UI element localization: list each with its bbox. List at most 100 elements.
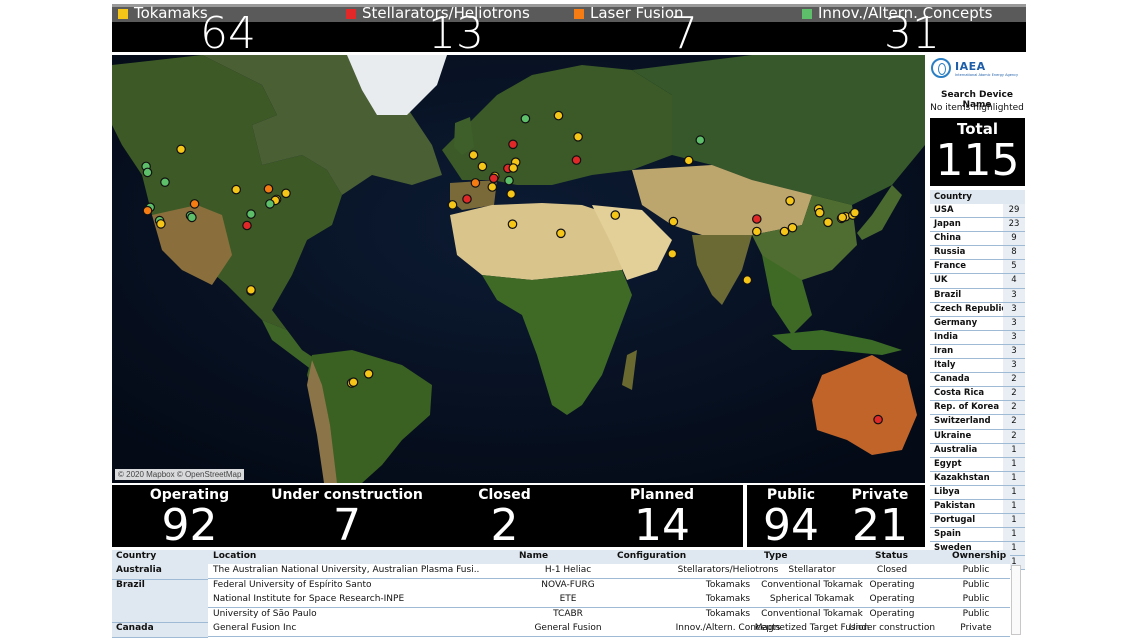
device-marker[interactable]: [751, 214, 762, 224]
country-count: 2: [1003, 429, 1025, 443]
device-marker[interactable]: [508, 139, 518, 150]
device-marker[interactable]: [667, 249, 678, 259]
device-marker[interactable]: [470, 178, 481, 188]
device-marker[interactable]: [348, 377, 359, 387]
table-row[interactable]: University of São Paulo TCABR Tokamaks Conv…: [208, 607, 1010, 623]
country-row[interactable]: Germany 3: [930, 316, 1025, 331]
country-row[interactable]: Italy 3: [930, 359, 1025, 374]
device-marker[interactable]: [837, 212, 848, 223]
device-marker[interactable]: [779, 226, 790, 237]
ownership-public[interactable]: Public 94: [747, 485, 835, 548]
device-marker[interactable]: [488, 173, 499, 184]
col-header-status[interactable]: Status: [875, 551, 908, 561]
device-marker[interactable]: [246, 285, 256, 295]
country-row[interactable]: India 3: [930, 330, 1025, 345]
device-marker[interactable]: [573, 132, 583, 142]
status-under-construction[interactable]: Under construction 7: [267, 485, 427, 548]
country-row[interactable]: Costa Rica 2: [930, 387, 1025, 402]
device-marker[interactable]: [850, 207, 860, 218]
device-marker[interactable]: [507, 219, 518, 229]
device-marker[interactable]: [447, 200, 458, 210]
col-header-name[interactable]: Name: [519, 551, 548, 561]
map-attribution[interactable]: © 2020 Mapbox © OpenStreetMap: [115, 469, 245, 480]
device-marker[interactable]: [742, 275, 753, 285]
device-marker[interactable]: [683, 155, 694, 166]
device-marker[interactable]: [477, 161, 488, 172]
device-marker[interactable]: [506, 189, 516, 199]
map-canvas[interactable]: [112, 55, 925, 483]
cell-configuration: Tokamaks: [705, 608, 751, 619]
col-header-country[interactable]: Country: [116, 551, 156, 561]
country-row[interactable]: Brazil 3: [930, 288, 1025, 303]
status-planned[interactable]: Planned 14: [582, 485, 742, 548]
world-map[interactable]: © 2020 Mapbox © OpenStreetMap: [112, 55, 925, 483]
country-row[interactable]: France 5: [930, 260, 1025, 275]
device-marker[interactable]: [156, 219, 166, 229]
device-marker[interactable]: [751, 226, 762, 237]
device-marker[interactable]: [508, 163, 519, 173]
device-marker[interactable]: [462, 194, 472, 204]
country-row[interactable]: Portugal 1: [930, 514, 1025, 529]
device-marker[interactable]: [176, 144, 186, 155]
country-row[interactable]: Czech Republic 3: [930, 302, 1025, 317]
col-header-type[interactable]: Type: [764, 551, 787, 561]
country-row[interactable]: Japan 23: [930, 218, 1025, 233]
country-row[interactable]: USA 29: [930, 204, 1025, 219]
device-marker[interactable]: [468, 150, 479, 160]
country-row[interactable]: UK 4: [930, 274, 1025, 289]
country-row[interactable]: Australia 1: [930, 443, 1025, 458]
device-marker[interactable]: [873, 414, 883, 425]
col-header-location[interactable]: Location: [213, 551, 256, 561]
device-marker[interactable]: [142, 205, 153, 216]
device-marker[interactable]: [160, 177, 170, 187]
device-marker[interactable]: [668, 216, 679, 227]
country-row[interactable]: Rep. of Korea 2: [930, 401, 1025, 416]
device-marker[interactable]: [246, 209, 256, 219]
col-header-configuration[interactable]: Configuration: [617, 551, 686, 561]
table-row[interactable]: Federal University of Espírito Santo NOVA…: [208, 578, 1010, 594]
device-marker[interactable]: [242, 220, 252, 231]
table-scrollbar[interactable]: [1011, 565, 1021, 635]
device-marker[interactable]: [787, 222, 798, 233]
device-marker[interactable]: [231, 184, 241, 195]
device-marker[interactable]: [263, 184, 274, 194]
country-row[interactable]: Iran 3: [930, 344, 1025, 360]
device-marker[interactable]: [553, 110, 564, 121]
device-marker[interactable]: [504, 175, 514, 186]
device-marker[interactable]: [142, 167, 153, 178]
table-row[interactable]: General Fusion Inc General Fusion Innov./A…: [208, 622, 1010, 637]
device-marker[interactable]: [265, 199, 275, 209]
status-operating[interactable]: Operating 92: [112, 485, 267, 548]
country-row[interactable]: Canada 2: [930, 373, 1025, 388]
device-marker[interactable]: [823, 217, 833, 228]
table-row[interactable]: The Australian National University, Aust…: [208, 564, 1010, 579]
country-row[interactable]: Egypt 1: [930, 457, 1025, 472]
device-marker[interactable]: [695, 135, 706, 145]
country-row[interactable]: Spain 1: [930, 528, 1025, 543]
status-closed[interactable]: Closed 2: [427, 485, 582, 548]
device-marker[interactable]: [785, 196, 795, 206]
device-marker[interactable]: [571, 155, 582, 165]
search-device-input[interactable]: No items highlighted: [928, 103, 1026, 113]
cell-configuration: Tokamaks: [705, 579, 751, 590]
device-marker[interactable]: [814, 207, 825, 218]
col-header-ownership[interactable]: Ownership: [952, 551, 1006, 561]
device-marker[interactable]: [556, 228, 566, 239]
table-row[interactable]: National Institute for Space Research-IN…: [208, 593, 1010, 608]
country-row[interactable]: Ukraine 2: [930, 429, 1025, 444]
device-marker[interactable]: [487, 182, 498, 192]
device-marker[interactable]: [187, 212, 197, 223]
ownership-private[interactable]: Private 21: [835, 485, 925, 548]
country-row[interactable]: Russia 8: [930, 246, 1025, 261]
device-marker[interactable]: [610, 210, 621, 220]
device-marker[interactable]: [363, 368, 374, 379]
device-marker[interactable]: [281, 188, 291, 199]
device-marker[interactable]: [520, 113, 531, 124]
country-row[interactable]: Pakistan 1: [930, 499, 1025, 515]
device-marker[interactable]: [189, 199, 200, 209]
country-name: Czech Republic: [934, 303, 1007, 314]
country-row[interactable]: China 9: [930, 232, 1025, 247]
country-row[interactable]: Libya 1: [930, 485, 1025, 500]
country-row[interactable]: Kazakhstan 1: [930, 471, 1025, 486]
country-row[interactable]: Switzerland 2: [930, 415, 1025, 430]
